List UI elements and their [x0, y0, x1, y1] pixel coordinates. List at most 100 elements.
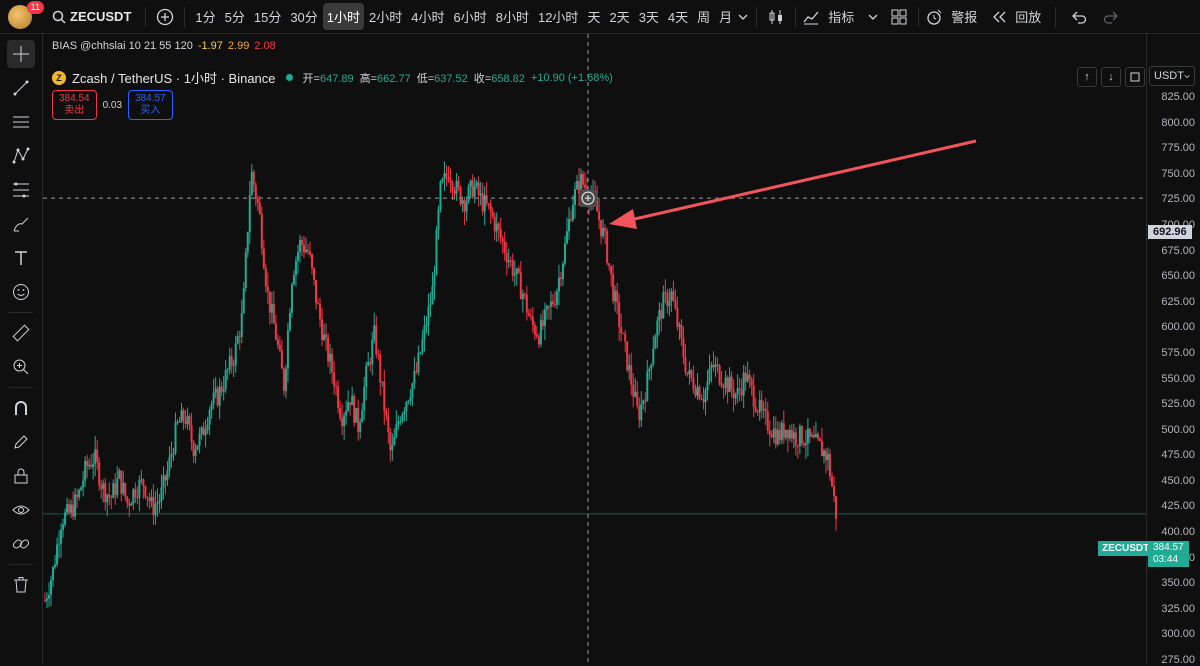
candle-body — [182, 410, 185, 421]
candle-body — [604, 227, 607, 232]
brush-tool[interactable] — [7, 210, 35, 238]
candle-body — [519, 272, 522, 300]
chevron-down-icon — [1184, 74, 1190, 78]
symbol-search[interactable]: ZECUSDT — [52, 9, 131, 24]
delete-tool[interactable] — [7, 571, 35, 599]
main-series-legend[interactable]: Z Zcash / TetherUS · 1小时 · Binance 开=647… — [52, 68, 613, 87]
candle-body — [682, 338, 685, 358]
currency-select[interactable]: USDT — [1149, 66, 1195, 86]
visibility-tool[interactable] — [7, 496, 35, 524]
interval-button[interactable]: 15分 — [250, 3, 285, 30]
text-tool[interactable] — [7, 244, 35, 272]
candle-body — [226, 369, 229, 371]
candle-body — [264, 268, 267, 287]
interval-button[interactable]: 4小时 — [407, 3, 448, 30]
link-tool[interactable] — [7, 530, 35, 558]
buy-button[interactable]: 384.57 买入 — [128, 90, 173, 120]
zoom-tool[interactable] — [7, 353, 35, 381]
candle-body — [443, 173, 446, 180]
lock-tool[interactable] — [7, 462, 35, 490]
candle-body — [379, 355, 382, 383]
replay-button[interactable]: 回放 — [991, 3, 1045, 30]
interval-button[interactable]: 周 — [693, 3, 714, 30]
magnet-tool[interactable] — [7, 394, 35, 422]
candle-body — [634, 391, 637, 397]
alert-button[interactable]: 警报 — [925, 3, 981, 30]
candle-body — [541, 320, 544, 327]
candle-body — [762, 408, 765, 411]
chart-type-button[interactable] — [763, 4, 789, 30]
candle-body — [397, 421, 400, 425]
interval-button[interactable]: 2小时 — [365, 3, 406, 30]
interval-button[interactable]: 6小时 — [450, 3, 491, 30]
candle-body — [652, 348, 655, 365]
redo-button[interactable] — [1098, 4, 1124, 30]
candle-body — [429, 304, 432, 307]
price-axis-label: 625.00 — [1161, 295, 1195, 308]
interval-button[interactable]: 2天 — [605, 3, 633, 30]
chart-pane[interactable] — [43, 34, 1146, 664]
pencil-lock-tool[interactable] — [7, 428, 35, 456]
high-value: 高=662.77 — [359, 72, 411, 85]
interval-button[interactable]: 30分 — [286, 3, 321, 30]
candle-body — [401, 414, 404, 422]
candle-body — [194, 449, 197, 456]
scroll-up-button[interactable]: ↑ — [1077, 67, 1097, 87]
candle-body — [431, 286, 434, 305]
candle-body — [780, 422, 783, 441]
candle-body — [272, 303, 275, 324]
fib-tool[interactable] — [7, 176, 35, 204]
candle-body — [640, 403, 643, 421]
scroll-down-button[interactable]: ↓ — [1101, 67, 1121, 87]
candle-body — [547, 306, 550, 308]
bias-indicator-legend[interactable]: BIAS @chhslai 10 21 55 120 -1.97 2.99 2.… — [52, 40, 276, 52]
add-symbol-button[interactable] — [152, 4, 178, 30]
candle-body — [543, 309, 546, 327]
price-axis[interactable]: 825.00800.00775.00750.00725.00700.00675.… — [1146, 34, 1200, 666]
interval-button[interactable]: 12小时 — [534, 3, 582, 30]
interval-button[interactable]: 3天 — [635, 3, 663, 30]
interval-button[interactable]: 1分 — [191, 3, 219, 30]
interval-button[interactable]: 8小时 — [492, 3, 533, 30]
trend-line-tool[interactable] — [7, 74, 35, 102]
undo-button[interactable] — [1066, 4, 1092, 30]
candle-body — [327, 337, 330, 362]
chevron-down-icon — [868, 14, 878, 20]
interval-dropdown[interactable] — [736, 4, 750, 30]
layout-button[interactable] — [886, 4, 912, 30]
candle-body — [76, 494, 79, 498]
sell-price: 384.54 — [59, 93, 90, 104]
interval-button[interactable]: 天 — [583, 3, 604, 30]
last-price-value: 384.57 — [1153, 542, 1184, 553]
candle-body — [298, 239, 301, 253]
interval-button[interactable]: 月 — [715, 3, 736, 30]
candle-body — [311, 254, 314, 269]
sell-button[interactable]: 384.54 卖出 — [52, 90, 97, 120]
horizontal-lines-tool[interactable] — [7, 108, 35, 136]
candle-body — [545, 306, 548, 310]
candle-body — [467, 186, 470, 202]
candle-body — [82, 480, 85, 488]
candle-body — [835, 495, 837, 519]
indicators-dropdown[interactable] — [866, 4, 880, 30]
user-avatar[interactable]: 11 — [8, 0, 44, 29]
candle-body — [465, 201, 468, 212]
candle-body — [563, 243, 566, 264]
candle-body — [642, 400, 645, 404]
crosshair-price-label: 692.96 — [1148, 225, 1192, 239]
candle-body — [614, 290, 617, 302]
crosshair-tool[interactable] — [7, 40, 35, 68]
candle-body — [553, 303, 556, 305]
pattern-tool[interactable] — [7, 142, 35, 170]
candle-body — [180, 410, 183, 423]
measure-tool[interactable] — [7, 319, 35, 347]
interval-button[interactable]: 4天 — [664, 3, 692, 30]
interval-button[interactable]: 5分 — [221, 3, 249, 30]
candlestick-chart[interactable] — [43, 34, 1146, 664]
indicators-button[interactable]: 指标 — [802, 3, 858, 30]
emoji-tool[interactable] — [7, 278, 35, 306]
candle-body — [290, 284, 293, 313]
maximize-button[interactable] — [1125, 67, 1145, 87]
interval-button[interactable]: 1小时 — [322, 3, 365, 30]
bias-value: 2.08 — [254, 40, 276, 52]
